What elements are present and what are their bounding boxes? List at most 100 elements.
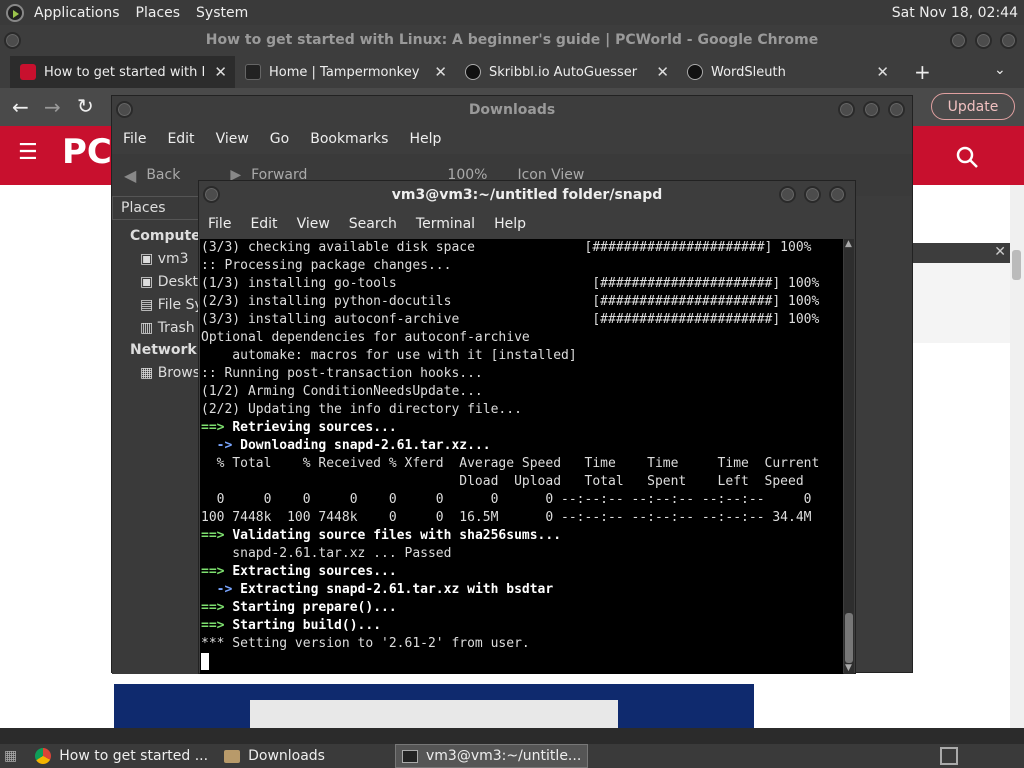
places-menu[interactable]: Places	[136, 5, 181, 21]
taskbar-item-downloads[interactable]: Downloads	[218, 744, 331, 768]
line-text: :: Running post-transaction hooks...	[201, 366, 483, 381]
tab-wordsleuth[interactable]: WordSleuth ✕	[677, 56, 897, 88]
terminal-line: -> Downloading snapd-2.61.tar.xz...	[201, 437, 843, 455]
close-icon[interactable]	[829, 186, 846, 203]
line-text: *** Setting version to '2.61-2' from use…	[201, 636, 530, 651]
chrome-window-title: How to get started with Linux: A beginne…	[0, 25, 1024, 56]
terminal-line: :: Processing package changes...	[201, 257, 843, 275]
menu-view[interactable]: View	[216, 131, 249, 147]
back-arrow-icon[interactable]: ←	[12, 95, 29, 119]
line-text: 0 0 0 0 0 0 0 0 --:--:-- --:--:-- --:--:…	[201, 492, 812, 507]
tab-label: How to get started with Lin	[44, 64, 204, 80]
line-text: Retrieving sources...	[232, 420, 397, 435]
taskbar-label: Downloads	[248, 748, 325, 764]
workspace-switcher-icon[interactable]	[940, 747, 958, 765]
sidebar-item-trash[interactable]: ▥ Trash	[140, 317, 202, 340]
menu-file[interactable]: File	[123, 131, 146, 147]
line-text: (1/2) Arming ConditionNeedsUpdate...	[201, 384, 483, 399]
sidebar-section-network: Network	[130, 342, 197, 358]
line-text: Starting prepare()...	[232, 600, 397, 615]
line-text: automake: macros for use with it [instal…	[201, 348, 577, 363]
window-menu-icon[interactable]	[116, 101, 133, 118]
sidebar-item-browse-network[interactable]: ▦ Brows	[140, 362, 202, 385]
popup-close-icon[interactable]: ✕	[994, 244, 1006, 260]
tab-close-icon[interactable]: ✕	[434, 63, 447, 81]
places-header[interactable]: Places	[112, 196, 202, 220]
line-text: Extracting sources...	[232, 564, 397, 579]
sidebar-item-desktop[interactable]: ▣ Deskt	[140, 271, 202, 294]
page-scrollbar[interactable]	[1010, 185, 1024, 728]
minimize-icon[interactable]	[950, 32, 967, 49]
site-search-icon[interactable]	[955, 145, 979, 169]
chrome-update-button[interactable]: Update	[931, 93, 1015, 120]
sidebar-item-filesystem[interactable]: ▤ File Sy	[140, 294, 202, 317]
menu-search[interactable]: Search	[349, 216, 397, 232]
line-text: Validating source files with sha256sums.…	[232, 528, 562, 543]
terminal-line: (3/3) checking available disk space [###…	[201, 239, 843, 257]
menu-help[interactable]: Help	[409, 131, 441, 147]
reload-icon[interactable]: ↻	[77, 94, 94, 118]
window-menu-icon[interactable]	[4, 32, 21, 49]
menu-bookmarks[interactable]: Bookmarks	[310, 131, 388, 147]
line-prefix: ->	[201, 438, 241, 453]
window-menu-icon[interactable]	[203, 186, 220, 203]
tab-close-icon[interactable]: ✕	[656, 63, 669, 81]
maximize-icon[interactable]	[804, 186, 821, 203]
menu-edit[interactable]: Edit	[250, 216, 277, 232]
back-icon[interactable]: ◀	[124, 166, 136, 185]
forward-arrow-icon[interactable]: →	[44, 95, 61, 119]
line-prefix: ==>	[201, 564, 233, 579]
tab-search-chevron-icon[interactable]: ⌄	[994, 62, 1006, 78]
line-text: 100 7448k 100 7448k 0 0 16.5M 0 --:--:--…	[201, 510, 812, 525]
close-icon[interactable]	[888, 101, 905, 118]
sidebar-item-label: Brows	[157, 365, 201, 381]
line-prefix: ==>	[201, 600, 233, 615]
taskbar-item-terminal[interactable]: vm3@vm3:~/untitle...	[394, 744, 589, 768]
terminal-title: vm3@vm3:~/untitled folder/snapd	[199, 181, 855, 209]
clock[interactable]: Sat Nov 18, 02:44	[892, 5, 1018, 21]
new-tab-icon[interactable]: +	[914, 60, 931, 84]
taskbar-item-chrome[interactable]: How to get started ...	[29, 744, 214, 768]
back-button[interactable]: Back	[146, 167, 180, 183]
tab-close-icon[interactable]: ✕	[876, 63, 889, 81]
terminal-line: ==> Starting prepare()...	[201, 599, 843, 617]
terminal-line: *** Setting version to '2.61-2' from use…	[201, 635, 843, 653]
chrome-tab-strip: How to get started with Lin ✕ Home | Tam…	[0, 56, 1024, 88]
show-desktop-icon[interactable]: ▦	[4, 748, 17, 764]
maximize-icon[interactable]	[863, 101, 880, 118]
terminal-cursor	[201, 653, 209, 670]
menu-go[interactable]: Go	[270, 131, 289, 147]
sidebar-item-vm3[interactable]: ▣ vm3	[140, 248, 202, 271]
tab-tampermonkey[interactable]: Home | Tampermonkey ✕	[235, 56, 455, 88]
tab-skribbl[interactable]: Skribbl.io AutoGuesser ✕	[455, 56, 677, 88]
terminal-line: ==> Starting build()...	[201, 617, 843, 635]
terminal-output[interactable]: (3/3) checking available disk space [###…	[200, 239, 843, 674]
applications-menu[interactable]: Applications	[34, 5, 120, 21]
pcw-favicon-icon	[20, 64, 36, 80]
tab-label: WordSleuth	[711, 64, 786, 80]
terminal-line: ==> Extracting sources...	[201, 563, 843, 581]
scroll-down-icon[interactable]: ▼	[845, 663, 852, 673]
scrollbar-thumb[interactable]	[1012, 250, 1021, 280]
line-text: Downloading snapd-2.61.tar.xz...	[240, 438, 491, 453]
minimize-icon[interactable]	[779, 186, 796, 203]
tab-close-icon[interactable]: ✕	[214, 63, 227, 81]
tab-label: Skribbl.io AutoGuesser	[489, 64, 638, 80]
hamburger-menu-icon[interactable]: ☰	[18, 140, 38, 165]
minimize-icon[interactable]	[838, 101, 855, 118]
gnome-menu-icon[interactable]	[6, 3, 24, 22]
scrollbar-thumb[interactable]	[845, 613, 853, 663]
line-text: (3/3) checking available disk space [###…	[201, 240, 812, 255]
terminal-scrollbar[interactable]: ▲ ▼	[844, 239, 854, 674]
maximize-icon[interactable]	[975, 32, 992, 49]
scroll-up-icon[interactable]: ▲	[845, 239, 852, 249]
menu-help[interactable]: Help	[494, 216, 526, 232]
close-icon[interactable]	[1000, 32, 1017, 49]
menu-edit[interactable]: Edit	[167, 131, 194, 147]
menu-terminal[interactable]: Terminal	[416, 216, 475, 232]
menu-view[interactable]: View	[297, 216, 330, 232]
menu-file[interactable]: File	[208, 216, 231, 232]
system-menu[interactable]: System	[196, 5, 248, 21]
line-text: % Total % Received % Xferd Average Speed…	[201, 456, 820, 471]
tab-pcworld[interactable]: How to get started with Lin ✕	[10, 56, 235, 88]
